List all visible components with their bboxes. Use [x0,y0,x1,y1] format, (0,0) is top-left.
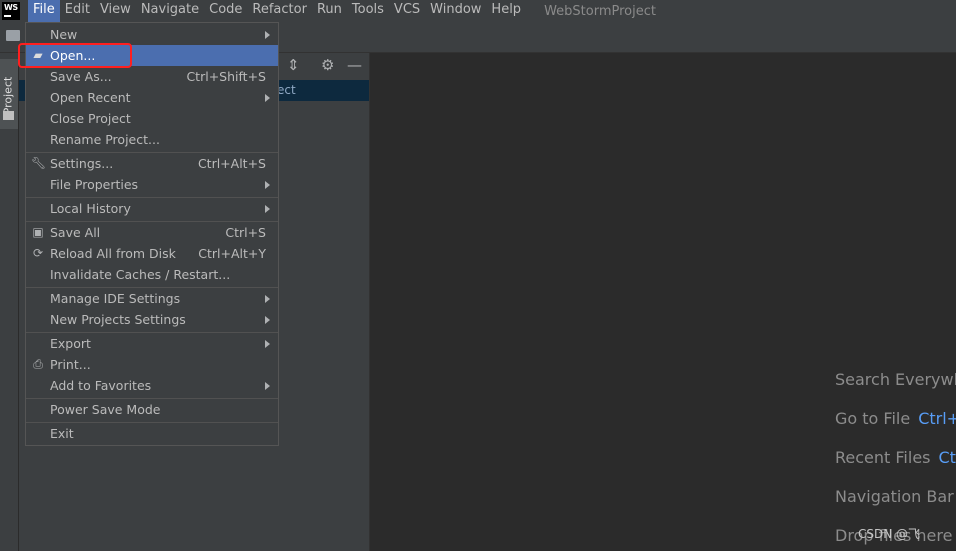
annotation-highlight-box [18,43,132,68]
project-tool-tab[interactable]: Project [0,59,18,129]
printer-icon: ⎙ [33,357,43,371]
submenu-arrow-icon [265,94,270,102]
menu-item-settings-label: Settings... [50,156,114,171]
save-disk-icon: ▣ [32,225,44,239]
menu-item-open-recent[interactable]: Open Recent [26,87,278,108]
menu-item-settings[interactable]: 🔧︎ Settings... Ctrl+Alt+S [26,153,278,174]
menu-item-local-history[interactable]: Local History [26,198,278,219]
menu-item-file-properties[interactable]: File Properties [26,174,278,195]
submenu-arrow-icon [265,316,270,324]
menu-item-open-recent-label: Open Recent [50,90,131,105]
menu-item-close-project[interactable]: Close Project [26,108,278,129]
tip-navigation-bar: Navigation Bar [835,487,954,506]
tip-recent-files-label: Recent Files [835,448,931,467]
menu-run[interactable]: Run [312,0,347,22]
menu-item-new[interactable]: New [26,24,278,45]
menu-item-print-label: Print... [50,357,91,372]
main-menubar: WS File Edit View Navigate Code Refactor… [0,0,956,22]
submenu-arrow-icon [265,295,270,303]
menu-edit[interactable]: Edit [60,0,95,22]
menu-item-local-history-label: Local History [50,201,131,216]
watermark: CSDN @飞 [858,527,921,541]
reload-icon: ⟳ [32,246,44,260]
collapse-all-icon[interactable]: ⇕ [287,56,300,74]
minimize-icon[interactable]: — [347,56,362,74]
menu-item-save-as[interactable]: Save As... Ctrl+Shift+S [26,66,278,87]
menu-vcs[interactable]: VCS [389,0,425,22]
menu-tools[interactable]: Tools [347,0,389,22]
menu-item-settings-shortcut: Ctrl+Alt+S [197,156,266,171]
menu-item-file-properties-label: File Properties [50,177,139,192]
menu-navigate[interactable]: Navigate [136,0,204,22]
project-tree-row-label: ect [277,83,296,97]
tip-go-to-file-label: Go to File [835,409,911,428]
submenu-arrow-icon [265,31,270,39]
menu-item-exit-label: Exit [50,426,74,441]
menu-item-reload-all[interactable]: ⟳ Reload All from Disk Ctrl+Alt+Y [26,243,278,264]
menu-item-save-as-shortcut: Ctrl+Shift+S [186,69,266,84]
menu-help[interactable]: Help [486,0,526,22]
folder-icon[interactable] [6,30,20,41]
tip-search-everywhere: Search Everywhe [835,370,956,389]
menu-item-export-label: Export [50,336,91,351]
webstorm-logo-icon: WS [2,2,20,20]
menu-item-reload-all-shortcut: Ctrl+Alt+Y [198,246,266,261]
menu-item-add-to-favorites[interactable]: Add to Favorites [26,375,278,396]
menu-item-add-to-favorites-label: Add to Favorites [50,378,152,393]
menu-refactor[interactable]: Refactor [247,0,312,22]
menu-item-power-save-mode-label: Power Save Mode [50,402,161,417]
wrench-icon: 🔧︎ [31,156,47,170]
menu-item-rename-project-label: Rename Project... [50,132,160,147]
project-folder-icon [3,111,14,120]
menu-item-save-all-shortcut: Ctrl+S [225,225,266,240]
window-title: WebStormProject [544,3,656,19]
left-tool-strip: Project [0,53,19,551]
submenu-arrow-icon [265,340,270,348]
editor-area: Search Everywhe Go to File Ctrl+ Recent F… [370,53,956,551]
menu-item-new-label: New [50,27,78,42]
menu-item-manage-ide-settings-label: Manage IDE Settings [50,291,181,306]
menu-item-invalidate-caches-label: Invalidate Caches / Restart... [50,267,231,282]
menu-window[interactable]: Window [425,0,486,22]
file-menu-dropdown: New ▰ Open... Save As... Ctrl+Shift+S Op… [25,22,279,446]
menu-file[interactable]: File [28,0,60,22]
menu-item-save-all-label: Save All [50,225,101,240]
menu-item-exit[interactable]: Exit [26,423,278,444]
tip-go-to-file-key: Ctrl+ [918,409,956,428]
menu-item-save-all[interactable]: ▣ Save All Ctrl+S [26,222,278,243]
tip-recent-files-key: Ctr [938,448,956,467]
gear-icon[interactable]: ⚙ [321,56,334,74]
menu-item-reload-all-label: Reload All from Disk [50,246,176,261]
submenu-arrow-icon [265,382,270,390]
menu-view[interactable]: View [95,0,136,22]
menu-code[interactable]: Code [204,0,247,22]
menu-item-save-as-label: Save As... [50,69,112,84]
tip-go-to-file: Go to File Ctrl+ [835,409,956,428]
submenu-arrow-icon [265,181,270,189]
tip-recent-files: Recent Files Ctr [835,448,956,467]
menu-item-close-project-label: Close Project [50,111,131,126]
menu-item-manage-ide-settings[interactable]: Manage IDE Settings [26,288,278,309]
submenu-arrow-icon [265,205,270,213]
menu-item-print[interactable]: ⎙ Print... [26,354,278,375]
menu-item-new-projects-settings-label: New Projects Settings [50,312,186,327]
menu-item-rename-project[interactable]: Rename Project... [26,129,278,150]
menu-item-new-projects-settings[interactable]: New Projects Settings [26,309,278,330]
menu-item-power-save-mode[interactable]: Power Save Mode [26,399,278,420]
menu-item-invalidate-caches[interactable]: Invalidate Caches / Restart... [26,264,278,285]
menu-item-export[interactable]: Export [26,333,278,354]
